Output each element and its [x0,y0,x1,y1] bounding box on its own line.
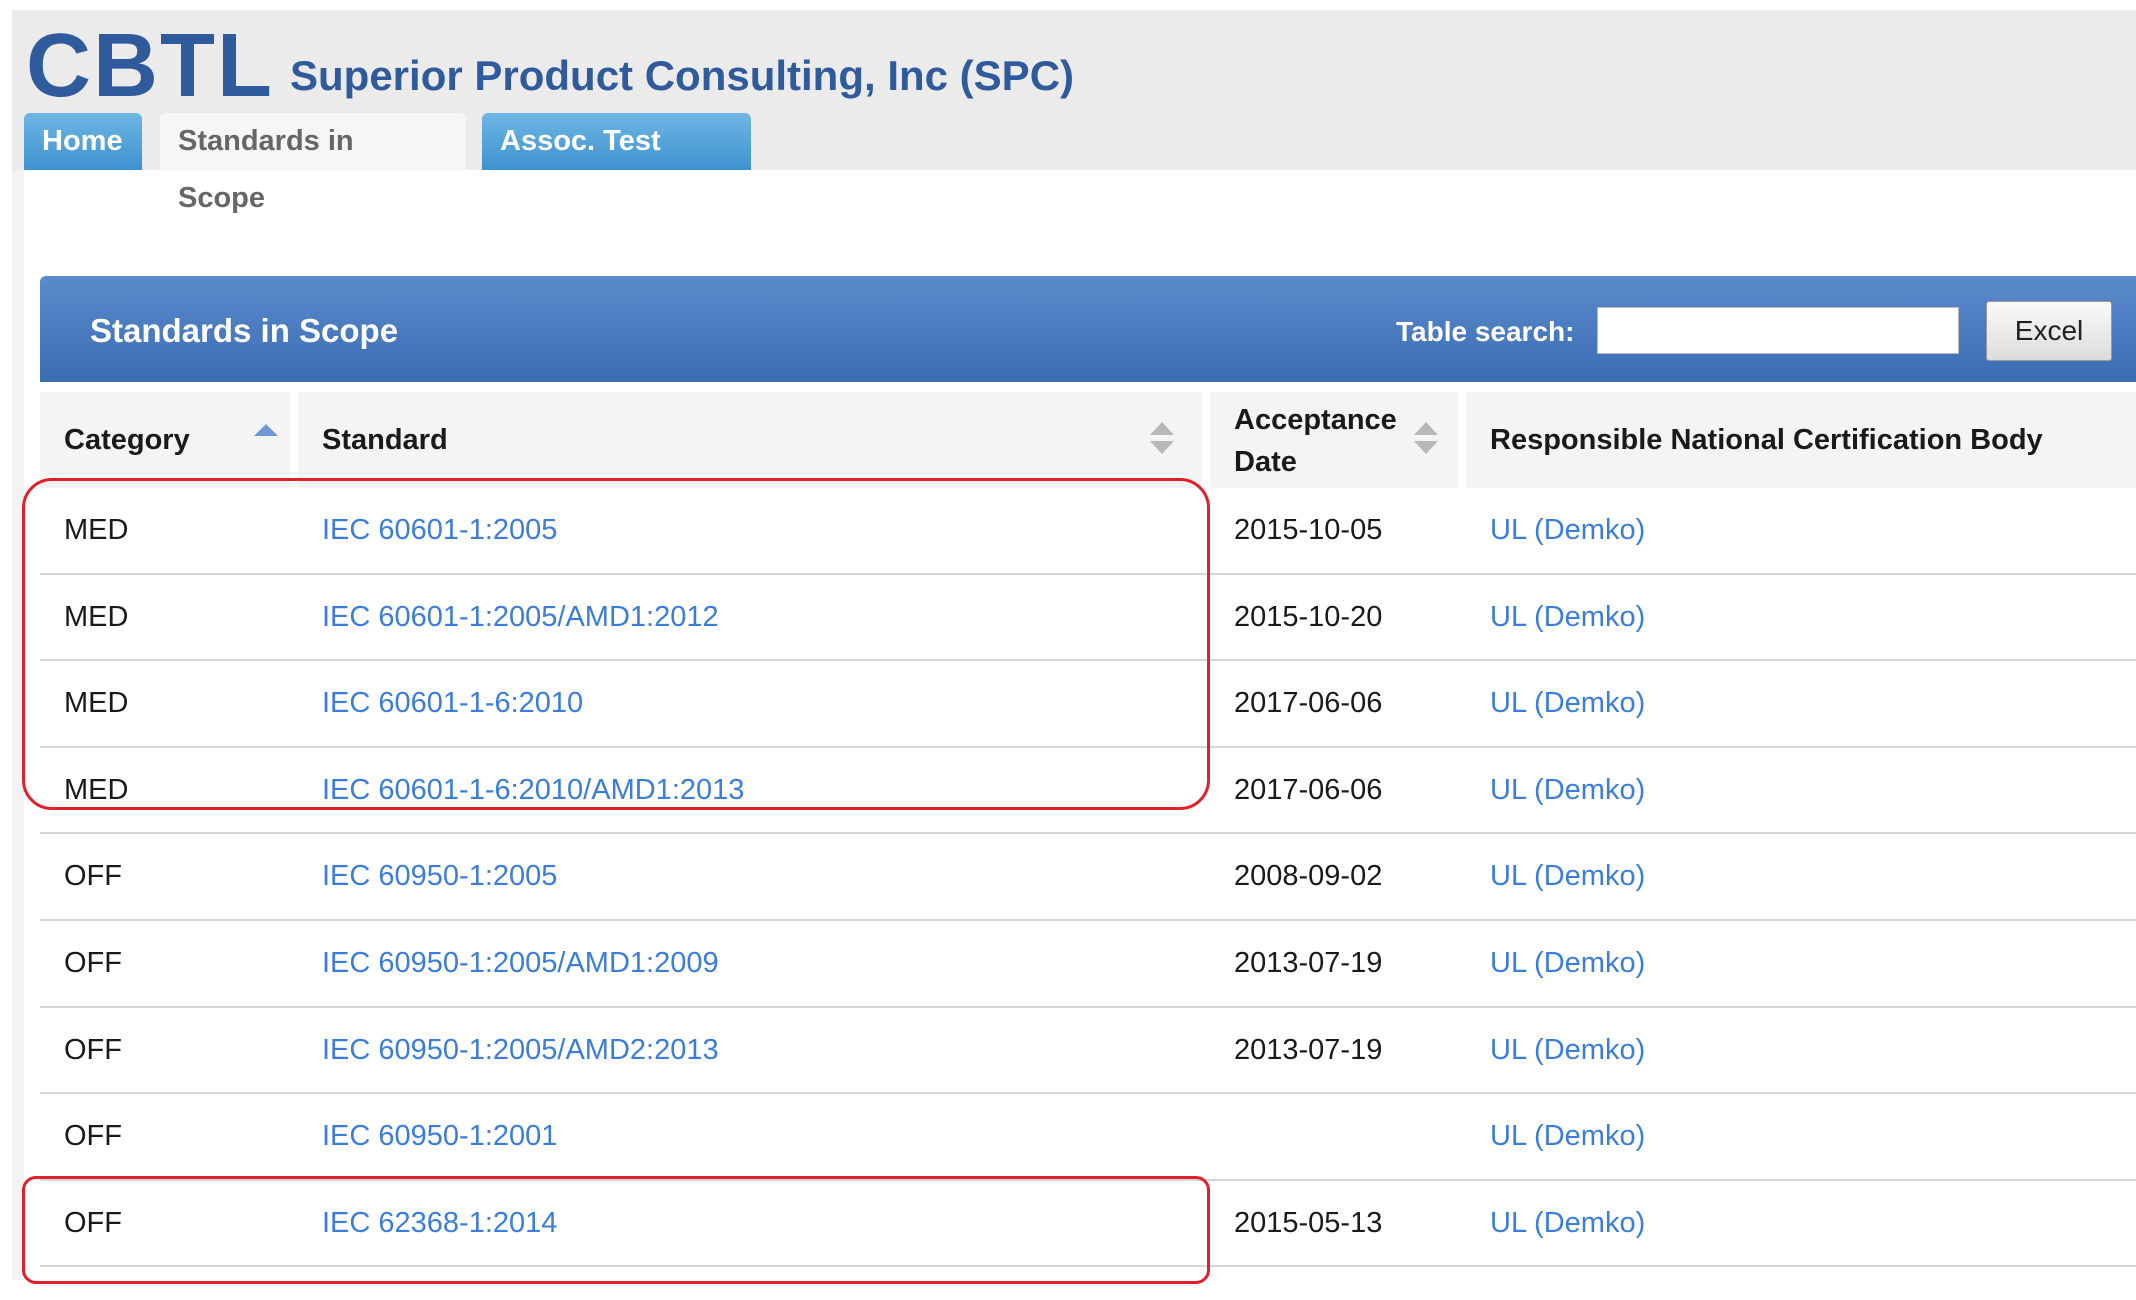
table-row: OFF IEC 60950-1:2001 UL (Demko) [40,1094,2136,1181]
organization-name: Superior Product Consulting, Inc (SPC) [290,52,1075,99]
table-row: OFF IEC 62368-1:2014 2015-05-13 UL (Demk… [40,1181,2136,1268]
standard-link[interactable]: IEC 60601-1-6:2010 [322,687,583,720]
certification-body-link[interactable]: UL (Demko) [1490,687,1645,720]
table-row: OFF IEC 60950-1:2005 2008-09-02 UL (Demk… [40,834,2136,921]
top-border [0,0,2136,10]
category-cell: OFF [64,1206,122,1239]
column-header-category[interactable]: Category [40,392,290,488]
category-cell: OFF [64,860,122,893]
cbtl-logo[interactable]: CBTL [26,16,274,116]
column-label-certification-body: Responsible National Certification Body [1490,424,2043,456]
table-row: MED IEC 60601-1-6:2010 2017-06-06 UL (De… [40,661,2136,748]
column-label-date: Date [1234,446,1297,478]
certification-body-link[interactable]: UL (Demko) [1490,1207,1645,1240]
standard-link[interactable]: IEC 60950-1:2005/AMD1:2009 [322,947,719,980]
excel-export-button[interactable]: Excel [1986,301,2112,361]
table-row: MED IEC 60601-1:2005/AMD1:2012 2015-10-2… [40,575,2136,662]
table-search-label: Table search: [1396,316,1575,347]
acceptance-date-cell: 2015-05-13 [1234,1206,1383,1239]
column-header-standard[interactable]: Standard [298,392,1202,488]
sort-icon [1414,422,1438,456]
column-label-category: Category [64,424,190,456]
standard-link[interactable]: IEC 60950-1:2001 [322,1120,557,1153]
sort-ascending-icon [254,424,278,436]
tab-standards-in-scope[interactable]: Standards in Scope [160,113,466,214]
acceptance-date-cell: 2017-06-06 [1234,687,1383,720]
acceptance-date-cell: 2008-09-02 [1234,860,1383,893]
tab-home[interactable]: Home [24,113,142,170]
certification-body-link[interactable]: UL (Demko) [1490,601,1645,634]
standard-link[interactable]: IEC 60601-1:2005/AMD1:2012 [322,601,719,634]
category-cell: OFF [64,1120,122,1153]
acceptance-date-cell: 2015-10-05 [1234,514,1383,546]
certification-body-link[interactable]: UL (Demko) [1490,1120,1645,1153]
category-cell: MED [64,687,129,720]
category-cell: OFF [64,946,122,979]
column-label-acceptance: Acceptance [1234,404,1397,436]
table-row: OFF IEC 60950-1:2005/AMD2:2013 2013-07-1… [40,1008,2136,1095]
standard-link[interactable]: IEC 60950-1:2005 [322,860,557,893]
column-label-standard: Standard [322,424,448,456]
category-cell: MED [64,773,129,806]
acceptance-date-cell: 2013-07-19 [1234,1033,1383,1066]
certification-body-link[interactable]: UL (Demko) [1490,947,1645,980]
site-header: CBTL Superior Product Consulting, Inc (S… [12,10,2136,214]
category-cell: MED [64,514,129,546]
acceptance-date-cell: 2015-10-20 [1234,600,1383,633]
certification-body-link[interactable]: UL (Demko) [1490,774,1645,807]
left-gutter [12,170,24,1280]
panel-title: Standards in Scope [90,312,399,349]
sort-icon [1150,422,1174,456]
table-row: MED IEC 60601-1-6:2010/AMD1:2013 2017-06… [40,748,2136,835]
table-row: OFF IEC 60950-1:2005/AMD1:2009 2013-07-1… [40,921,2136,1008]
certification-body-link[interactable]: UL (Demko) [1490,514,1645,547]
standard-link[interactable]: IEC 60601-1-6:2010/AMD1:2013 [322,774,744,807]
column-header-certification-body[interactable]: Responsible National Certification Body [1466,392,2136,488]
category-cell: MED [64,600,129,633]
standards-panel-header: Standards in Scope Table search: Excel [40,276,2136,382]
certification-body-link[interactable]: UL (Demko) [1490,1034,1645,1067]
acceptance-date-cell: 2013-07-19 [1234,946,1383,979]
table-row: MED IEC 60601-1:2005 2015-10-05 UL (Demk… [40,488,2136,575]
standard-link[interactable]: IEC 62368-1:2014 [322,1207,557,1240]
acceptance-date-cell: 2017-06-06 [1234,773,1383,806]
table-search-input[interactable] [1597,307,1959,354]
tab-assoc-test-labs[interactable]: Assoc. Test Labs [482,113,751,214]
category-cell: OFF [64,1033,122,1066]
certification-body-link[interactable]: UL (Demko) [1490,860,1645,893]
column-header-acceptance-date[interactable]: Acceptance Date [1210,392,1458,488]
standards-table-body: MED IEC 60601-1:2005 2015-10-05 UL (Demk… [40,488,2136,1268]
standard-link[interactable]: IEC 60950-1:2005/AMD2:2013 [322,1034,719,1067]
standard-link[interactable]: IEC 60601-1:2005 [322,514,557,547]
